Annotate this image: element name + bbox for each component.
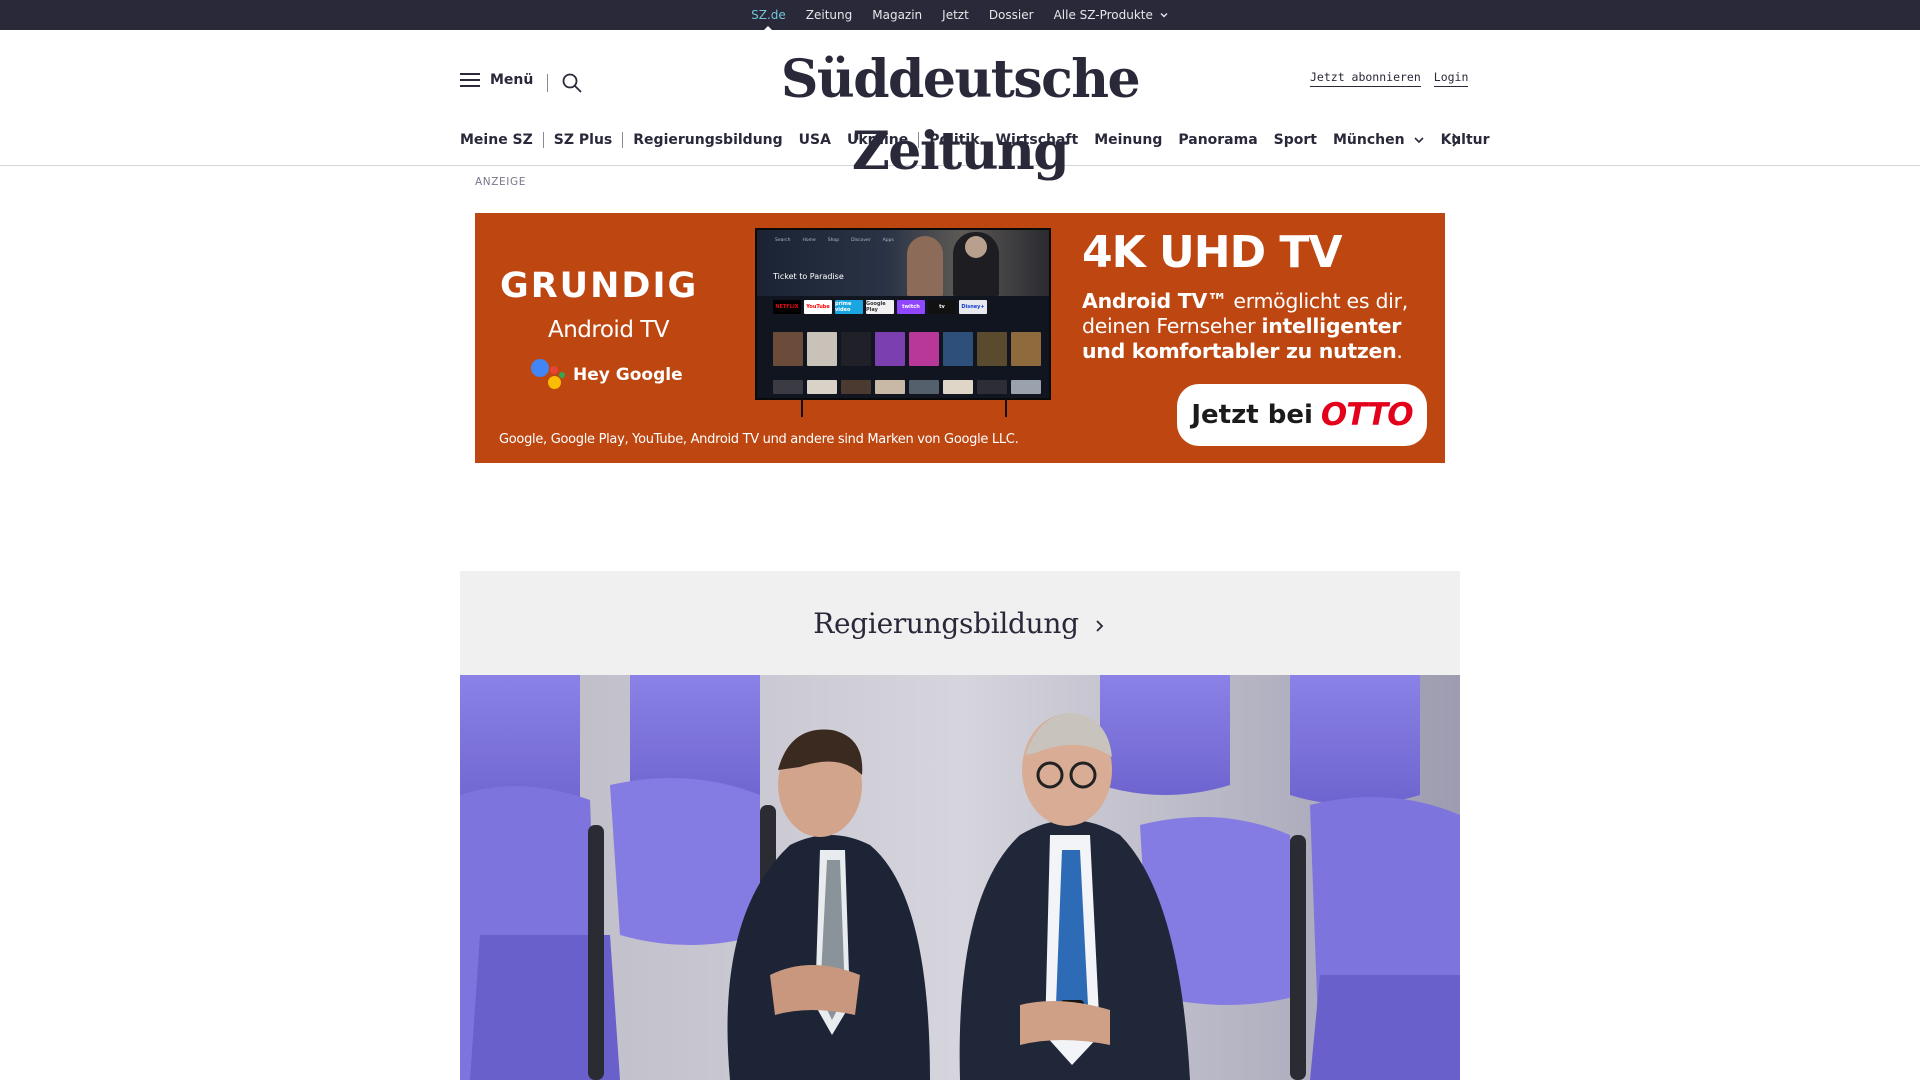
tv-app-tile: tv (928, 300, 956, 314)
ad-legal-notice: Google, Google Play, YouTube, Android TV… (499, 432, 1019, 447)
teaser-image[interactable] (460, 675, 1460, 1080)
top-link-jetzt[interactable]: Jetzt (942, 0, 969, 30)
nav-item-muenchen-label: München (1333, 132, 1405, 148)
ad-copy-strong: Android TV™ (1082, 289, 1228, 313)
tv-stand (801, 399, 803, 417)
top-bar-links: SZ.de Zeitung Magazin Jetzt Dossier Alle… (0, 0, 1920, 31)
main-navigation: Meine SZ SZ Plus Regierungsbildung USA U… (460, 130, 1490, 150)
tv-content-row (773, 332, 1041, 366)
tv-app-tile: Disney+ (959, 300, 987, 314)
tv-menu-item: Search (775, 238, 791, 243)
site-logo[interactable]: Süddeutsche Zeitung (720, 44, 1200, 182)
ad-headline: 4K UHD TV (1082, 227, 1342, 278)
menu-label: Menü (490, 72, 534, 88)
tv-app-tile: NETFLIX (773, 300, 801, 314)
ad-cta-button[interactable]: Jetzt bei OTTO (1177, 384, 1427, 446)
chevron-right-icon (1096, 620, 1104, 632)
tv-app-tile: prime video (835, 300, 863, 314)
advertisement-banner[interactable]: GRUNDIG Android TV Hey Google Search Hom… (475, 213, 1445, 463)
ad-copy: Android TV™ ermöglicht es dir, deinen Fe… (1082, 289, 1442, 364)
nav-item-muenchen[interactable]: München (1333, 132, 1425, 148)
ad-brand-logo: GRUNDIG (500, 266, 699, 306)
top-link-sz-de[interactable]: SZ.de (751, 0, 786, 31)
site-header: Menü Süddeutsche Zeitung Jetzt abonniere… (0, 30, 1920, 182)
nav-item-regierungsbildung[interactable]: Regierungsbildung (633, 132, 782, 148)
otto-logo: OTTO (1320, 397, 1414, 433)
top-link-magazin[interactable]: Magazin (872, 0, 922, 30)
top-link-dossier[interactable]: Dossier (989, 0, 1034, 30)
top-link-all-products[interactable]: Alle SZ-Produkte (1054, 0, 1169, 30)
top-link-zeitung[interactable]: Zeitung (806, 0, 852, 30)
top-bar: SZ.de Zeitung Magazin Jetzt Dossier Alle… (0, 0, 1920, 31)
ad-copy-text: . (1396, 339, 1403, 363)
google-assistant-icon (531, 359, 567, 391)
nav-item-panorama[interactable]: Panorama (1178, 132, 1257, 148)
menu-button[interactable]: Menü (460, 72, 533, 88)
tv-menu-item: Discover (851, 238, 871, 243)
nav-item-usa[interactable]: USA (799, 132, 831, 148)
tv-menu-item: Apps (882, 238, 894, 243)
account-links: Jetzt abonnieren Login (1310, 70, 1469, 87)
all-products-label: Alle SZ-Produkte (1053, 8, 1153, 22)
search-icon[interactable] (561, 72, 583, 94)
login-link[interactable]: Login (1433, 70, 1469, 87)
tv-stand (1005, 399, 1007, 417)
ad-cta-prefix: Jetzt bei (1191, 400, 1313, 430)
section-header-regierungsbildung[interactable]: Regierungsbildung (460, 571, 1460, 675)
nav-item-sz-plus[interactable]: SZ Plus (554, 132, 612, 148)
tv-app-tile: Google Play (866, 300, 894, 314)
nav-item-ukraine[interactable]: Ukraine (847, 132, 908, 148)
tv-app-row: NETFLIX YouTube prime video Google Play … (773, 300, 987, 314)
subscribe-link[interactable]: Jetzt abonnieren (1310, 70, 1421, 87)
section-title: Regierungsbildung (813, 606, 1079, 640)
tv-app-tile: YouTube (804, 300, 832, 314)
chevron-right-icon[interactable] (1448, 132, 1464, 148)
nav-item-meinung[interactable]: Meinung (1094, 132, 1162, 148)
hamburger-icon (460, 72, 480, 88)
ad-assistant-label: Hey Google (573, 365, 683, 385)
nav-item-sport[interactable]: Sport (1274, 132, 1317, 148)
tv-menu-item: Shop (827, 238, 840, 243)
nav-divider (542, 132, 544, 148)
tv-featured-title: Ticket to Paradise (773, 272, 844, 281)
ad-assistant: Hey Google (531, 359, 683, 391)
nav-divider (622, 132, 624, 148)
ad-platform-label: Android TV (548, 317, 670, 343)
header-divider (547, 74, 548, 92)
tv-menu-item: Home (802, 238, 816, 243)
tv-content-row (773, 380, 1041, 394)
nav-item-wirtschaft[interactable]: Wirtschaft (996, 132, 1079, 148)
tv-menu: Search Home Shop Discover Apps (775, 238, 894, 243)
ad-tv-image: Search Home Shop Discover Apps Ticket to… (755, 228, 1051, 400)
nav-item-meine-sz[interactable]: Meine SZ (460, 132, 533, 148)
ad-label: ANZEIGE (475, 176, 526, 188)
chevron-down-icon (1414, 137, 1424, 144)
nav-divider (918, 132, 920, 148)
nav-item-politik[interactable]: Politik (929, 132, 979, 148)
tv-app-tile: twitch (897, 300, 925, 314)
chevron-down-icon (1160, 13, 1168, 18)
teaser-photo (460, 675, 1460, 1080)
